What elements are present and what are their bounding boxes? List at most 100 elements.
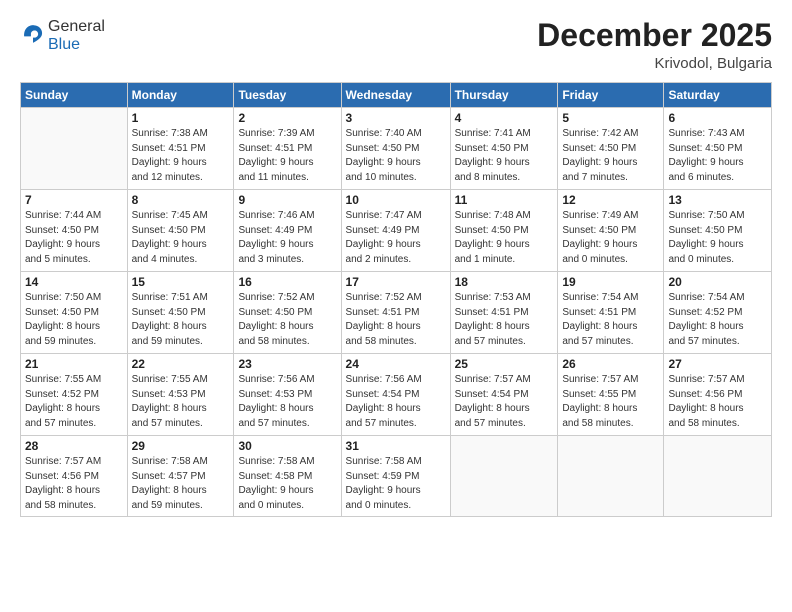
week-row-2: 14 Sunrise: 7:50 AMSunset: 4:50 PMDayligh…: [21, 272, 772, 354]
day-info: Sunrise: 7:49 AMSunset: 4:50 PMDaylight:…: [562, 209, 659, 267]
day-info: Sunrise: 7:53 AMSunset: 4:51 PMDaylight:…: [455, 291, 554, 349]
logo-general: General: [48, 18, 105, 35]
day-info: Sunrise: 7:50 AMSunset: 4:50 PMDaylight:…: [668, 209, 767, 267]
weekday-header-wednesday: Wednesday: [341, 83, 450, 108]
day-number: 14: [25, 275, 123, 289]
day-number: 1: [132, 111, 230, 125]
day-info: Sunrise: 7:43 AMSunset: 4:50 PMDaylight:…: [668, 127, 767, 185]
day-number: 18: [455, 275, 554, 289]
calendar-cell: 2 Sunrise: 7:39 AMSunset: 4:51 PMDaylight…: [234, 108, 341, 190]
day-info: Sunrise: 7:42 AMSunset: 4:50 PMDaylight:…: [562, 127, 659, 185]
day-number: 9: [238, 193, 336, 207]
day-number: 26: [562, 357, 659, 371]
day-number: 27: [668, 357, 767, 371]
day-info: Sunrise: 7:38 AMSunset: 4:51 PMDaylight:…: [132, 127, 230, 185]
month-year: December 2025: [537, 18, 772, 53]
day-number: 31: [346, 439, 446, 453]
day-number: 23: [238, 357, 336, 371]
calendar-cell: 28 Sunrise: 7:57 AMSunset: 4:56 PMDayligh…: [21, 436, 128, 517]
day-number: 25: [455, 357, 554, 371]
day-number: 29: [132, 439, 230, 453]
calendar-cell: 23Sunrise: 7:56 AMSunset: 4:53 PMDayligh…: [234, 354, 341, 436]
title-block: December 2025 Krivodol, Bulgaria: [537, 18, 772, 72]
day-number: 30: [238, 439, 336, 453]
calendar-cell: [664, 436, 772, 517]
day-info: Sunrise: 7:56 AMSunset: 4:54 PMDaylight:…: [346, 373, 446, 431]
day-number: 13: [668, 193, 767, 207]
weekday-header-tuesday: Tuesday: [234, 83, 341, 108]
logo: General Blue: [20, 18, 105, 54]
calendar-cell: [558, 436, 664, 517]
day-number: 7: [25, 193, 123, 207]
calendar-cell: 30 Sunrise: 7:58 AMSunset: 4:58 PMDayligh…: [234, 436, 341, 517]
day-number: 8: [132, 193, 230, 207]
day-number: 12: [562, 193, 659, 207]
calendar-cell: 27 Sunrise: 7:57 AMSunset: 4:56 PMDayligh…: [664, 354, 772, 436]
calendar-cell: 21Sunrise: 7:55 AMSunset: 4:52 PMDayligh…: [21, 354, 128, 436]
calendar-cell: 26 Sunrise: 7:57 AMSunset: 4:55 PMDayligh…: [558, 354, 664, 436]
calendar-cell: 9Sunrise: 7:46 AMSunset: 4:49 PMDaylight…: [234, 190, 341, 272]
weekday-header-friday: Friday: [558, 83, 664, 108]
calendar-cell: 25 Sunrise: 7:57 AMSunset: 4:54 PMDayligh…: [450, 354, 558, 436]
calendar-cell: 4 Sunrise: 7:41 AMSunset: 4:50 PMDaylight…: [450, 108, 558, 190]
calendar: SundayMondayTuesdayWednesdayThursdayFrid…: [20, 82, 772, 517]
calendar-cell: 11 Sunrise: 7:48 AMSunset: 4:50 PMDayligh…: [450, 190, 558, 272]
week-row-4: 28 Sunrise: 7:57 AMSunset: 4:56 PMDayligh…: [21, 436, 772, 517]
weekday-header-sunday: Sunday: [21, 83, 128, 108]
day-info: Sunrise: 7:58 AMSunset: 4:59 PMDaylight:…: [346, 455, 446, 513]
weekday-header-monday: Monday: [127, 83, 234, 108]
calendar-cell: [21, 108, 128, 190]
day-info: Sunrise: 7:47 AMSunset: 4:49 PMDaylight:…: [346, 209, 446, 267]
day-number: 28: [25, 439, 123, 453]
day-info: Sunrise: 7:57 AMSunset: 4:56 PMDaylight:…: [25, 455, 123, 513]
week-row-3: 21Sunrise: 7:55 AMSunset: 4:52 PMDayligh…: [21, 354, 772, 436]
calendar-cell: 14 Sunrise: 7:50 AMSunset: 4:50 PMDayligh…: [21, 272, 128, 354]
day-number: 16: [238, 275, 336, 289]
day-info: Sunrise: 7:57 AMSunset: 4:54 PMDaylight:…: [455, 373, 554, 431]
day-number: 20: [668, 275, 767, 289]
week-row-1: 7 Sunrise: 7:44 AMSunset: 4:50 PMDaylight…: [21, 190, 772, 272]
day-number: 4: [455, 111, 554, 125]
logo-icon: [22, 23, 44, 45]
calendar-cell: [450, 436, 558, 517]
calendar-cell: 12 Sunrise: 7:49 AMSunset: 4:50 PMDayligh…: [558, 190, 664, 272]
weekday-header-thursday: Thursday: [450, 83, 558, 108]
day-info: Sunrise: 7:44 AMSunset: 4:50 PMDaylight:…: [25, 209, 123, 267]
calendar-cell: 20 Sunrise: 7:54 AMSunset: 4:52 PMDayligh…: [664, 272, 772, 354]
day-info: Sunrise: 7:57 AMSunset: 4:56 PMDaylight:…: [668, 373, 767, 431]
day-number: 11: [455, 193, 554, 207]
calendar-cell: 18 Sunrise: 7:53 AMSunset: 4:51 PMDayligh…: [450, 272, 558, 354]
day-number: 5: [562, 111, 659, 125]
day-info: Sunrise: 7:58 AMSunset: 4:57 PMDaylight:…: [132, 455, 230, 513]
calendar-cell: 17Sunrise: 7:52 AMSunset: 4:51 PMDayligh…: [341, 272, 450, 354]
day-number: 24: [346, 357, 446, 371]
day-number: 2: [238, 111, 336, 125]
day-info: Sunrise: 7:39 AMSunset: 4:51 PMDaylight:…: [238, 127, 336, 185]
location: Krivodol, Bulgaria: [537, 55, 772, 72]
day-info: Sunrise: 7:52 AMSunset: 4:51 PMDaylight:…: [346, 291, 446, 349]
calendar-cell: 10Sunrise: 7:47 AMSunset: 4:49 PMDayligh…: [341, 190, 450, 272]
day-info: Sunrise: 7:55 AMSunset: 4:53 PMDaylight:…: [132, 373, 230, 431]
day-info: Sunrise: 7:52 AMSunset: 4:50 PMDaylight:…: [238, 291, 336, 349]
day-info: Sunrise: 7:57 AMSunset: 4:55 PMDaylight:…: [562, 373, 659, 431]
day-info: Sunrise: 7:50 AMSunset: 4:50 PMDaylight:…: [25, 291, 123, 349]
day-info: Sunrise: 7:48 AMSunset: 4:50 PMDaylight:…: [455, 209, 554, 267]
calendar-cell: 13 Sunrise: 7:50 AMSunset: 4:50 PMDayligh…: [664, 190, 772, 272]
day-number: 22: [132, 357, 230, 371]
calendar-cell: 31 Sunrise: 7:58 AMSunset: 4:59 PMDayligh…: [341, 436, 450, 517]
day-info: Sunrise: 7:54 AMSunset: 4:52 PMDaylight:…: [668, 291, 767, 349]
day-info: Sunrise: 7:40 AMSunset: 4:50 PMDaylight:…: [346, 127, 446, 185]
calendar-cell: 15Sunrise: 7:51 AMSunset: 4:50 PMDayligh…: [127, 272, 234, 354]
calendar-cell: 29 Sunrise: 7:58 AMSunset: 4:57 PMDayligh…: [127, 436, 234, 517]
logo-text: General Blue: [48, 18, 105, 54]
week-row-0: 1 Sunrise: 7:38 AMSunset: 4:51 PMDaylight…: [21, 108, 772, 190]
weekday-header-row: SundayMondayTuesdayWednesdayThursdayFrid…: [21, 83, 772, 108]
day-info: Sunrise: 7:58 AMSunset: 4:58 PMDaylight:…: [238, 455, 336, 513]
header: General Blue December 2025 Krivodol, Bul…: [20, 18, 772, 72]
day-info: Sunrise: 7:55 AMSunset: 4:52 PMDaylight:…: [25, 373, 123, 431]
calendar-cell: 24 Sunrise: 7:56 AMSunset: 4:54 PMDayligh…: [341, 354, 450, 436]
page: General Blue December 2025 Krivodol, Bul…: [0, 0, 792, 612]
day-info: Sunrise: 7:51 AMSunset: 4:50 PMDaylight:…: [132, 291, 230, 349]
weekday-header-saturday: Saturday: [664, 83, 772, 108]
day-info: Sunrise: 7:41 AMSunset: 4:50 PMDaylight:…: [455, 127, 554, 185]
